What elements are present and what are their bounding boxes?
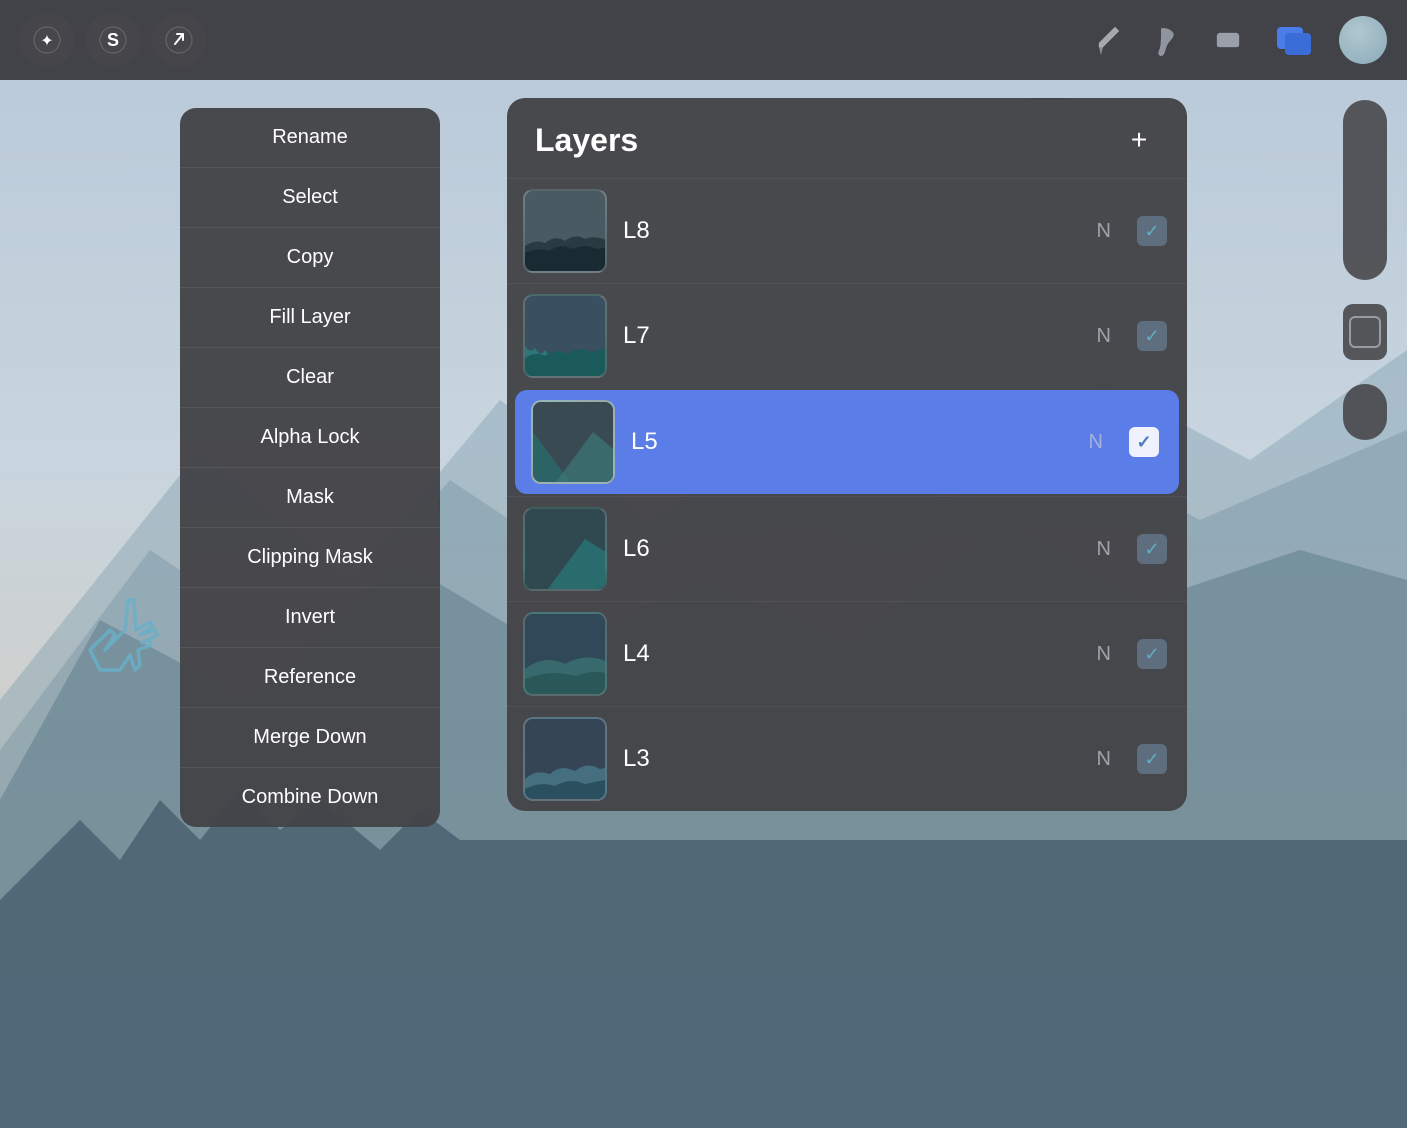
stylize-button[interactable]: S <box>86 13 140 67</box>
merge-down-menu-item[interactable]: Merge Down <box>180 708 440 768</box>
layer-name-L7: L7 <box>623 322 1081 350</box>
brush-tool[interactable] <box>1087 19 1129 61</box>
layers-header: Layers + <box>507 98 1187 178</box>
layers-title: Layers <box>535 122 638 159</box>
layer-item-L6[interactable]: L6 N ✓ <box>507 496 1187 601</box>
eraser-tool[interactable] <box>1207 19 1249 61</box>
opacity-slider[interactable] <box>1343 100 1387 280</box>
layer-thumbnail-L7 <box>523 294 607 378</box>
magic-wand-button[interactable]: ✦ <box>20 13 74 67</box>
size-slider[interactable] <box>1343 384 1387 440</box>
layer-name-L8: L8 <box>623 217 1081 245</box>
layer-name-L4: L4 <box>623 640 1081 668</box>
toolbar: ✦ S <box>0 0 1407 80</box>
layer-blend-L7: N <box>1097 325 1111 348</box>
svg-text:✦: ✦ <box>40 33 53 50</box>
arrow-button[interactable] <box>152 13 206 67</box>
layer-visibility-L8[interactable]: ✓ <box>1137 216 1167 246</box>
layer-visibility-L7[interactable]: ✓ <box>1137 321 1167 351</box>
alpha-lock-menu-item[interactable]: Alpha Lock <box>180 408 440 468</box>
layer-thumbnail-L4 <box>523 612 607 696</box>
copy-menu-item[interactable]: Copy <box>180 228 440 288</box>
clear-menu-item[interactable]: Clear <box>180 348 440 408</box>
add-layer-button[interactable]: + <box>1119 120 1159 160</box>
fill-layer-menu-item[interactable]: Fill Layer <box>180 288 440 348</box>
rename-menu-item[interactable]: Rename <box>180 108 440 168</box>
layer-item-L4[interactable]: L4 N ✓ <box>507 601 1187 706</box>
layer-name-L5: L5 <box>631 428 1073 456</box>
layer-item-L3[interactable]: L3 N ✓ <box>507 706 1187 811</box>
hand-drawing <box>60 580 200 700</box>
right-sidebar <box>1337 100 1393 440</box>
layer-thumbnail-L8 <box>523 189 607 273</box>
smudge-tool[interactable] <box>1147 19 1189 61</box>
layer-name-L3: L3 <box>623 745 1081 773</box>
toolbar-right <box>1087 15 1387 65</box>
color-picker[interactable] <box>1339 16 1387 64</box>
context-menu: Rename Select Copy Fill Layer Clear Alph… <box>180 108 440 827</box>
svg-text:S: S <box>107 30 119 50</box>
toolbar-left: ✦ S <box>20 13 206 67</box>
layer-blend-L5: N <box>1089 431 1103 454</box>
layer-item-L5[interactable]: L5 N ✓ <box>515 390 1179 494</box>
layer-thumbnail-L6 <box>523 507 607 591</box>
layer-blend-L6: N <box>1097 538 1111 561</box>
layer-name-L6: L6 <box>623 535 1081 563</box>
reference-menu-item[interactable]: Reference <box>180 648 440 708</box>
select-menu-item[interactable]: Select <box>180 168 440 228</box>
layer-blend-L8: N <box>1097 220 1111 243</box>
clipping-mask-menu-item[interactable]: Clipping Mask <box>180 528 440 588</box>
layer-item-L7[interactable]: L7 N ✓ <box>507 283 1187 388</box>
layer-blend-L4: N <box>1097 643 1111 666</box>
panel-arrow <box>1031 98 1067 100</box>
layer-thumbnail-L5 <box>531 400 615 484</box>
layer-visibility-L3[interactable]: ✓ <box>1137 744 1167 774</box>
layers-panel-button[interactable] <box>1267 15 1321 65</box>
invert-menu-item[interactable]: Invert <box>180 588 440 648</box>
mask-menu-item[interactable]: Mask <box>180 468 440 528</box>
thumb-inner <box>1349 316 1381 348</box>
layer-visibility-L6[interactable]: ✓ <box>1137 534 1167 564</box>
layers-panel: Layers + L8 N ✓ L7 N ✓ <box>507 98 1187 811</box>
combine-down-menu-item[interactable]: Combine Down <box>180 768 440 827</box>
layer-blend-L3: N <box>1097 748 1111 771</box>
layer-visibility-L5[interactable]: ✓ <box>1129 427 1159 457</box>
layer-thumb-btn[interactable] <box>1343 304 1387 360</box>
layer-visibility-L4[interactable]: ✓ <box>1137 639 1167 669</box>
layer-item-L8[interactable]: L8 N ✓ <box>507 178 1187 283</box>
layer-thumbnail-L3 <box>523 717 607 801</box>
